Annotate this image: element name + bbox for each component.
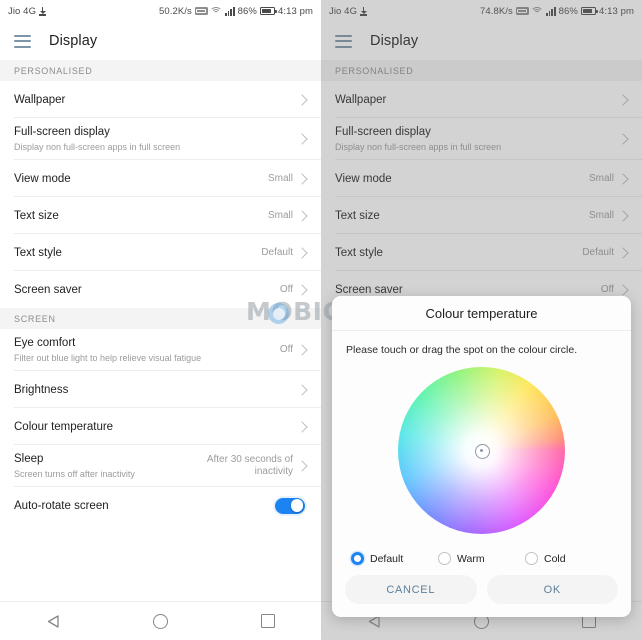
nav-back-triangle-icon[interactable] xyxy=(47,614,60,628)
nav-bar xyxy=(0,601,321,640)
list-item-main: View mode xyxy=(14,172,268,186)
cancel-button[interactable]: CANCEL xyxy=(345,575,477,604)
list-item-main: Eye comfort Filter out blue light to help… xyxy=(14,336,280,364)
radio-option-default[interactable]: Default xyxy=(351,552,438,565)
list-item-subtitle: Filter out blue light to help relieve vi… xyxy=(14,353,202,363)
dialog-title: Colour temperature xyxy=(332,296,631,331)
list-item-main: Sleep Screen turns off after inactivity xyxy=(14,452,188,480)
clock-label: 4:13 pm xyxy=(277,5,313,17)
carrier-label: Jio 4G xyxy=(8,5,37,17)
list-item[interactable]: Brightness xyxy=(0,371,321,408)
list-item-main: Text size xyxy=(14,209,268,223)
dialog-body: Please touch or drag the spot on the col… xyxy=(332,331,631,565)
list-item[interactable]: Full-screen display Display non full-scre… xyxy=(0,118,321,160)
section-header: PERSONALISED xyxy=(0,60,321,81)
chevron-right-icon xyxy=(296,283,308,296)
signal-bars-icon xyxy=(224,7,235,16)
list-item-main: Brightness xyxy=(14,383,298,397)
colour-preset-radio-group: Default Warm Cold xyxy=(346,552,617,565)
list-item-main: Colour temperature xyxy=(14,420,298,434)
list-item-subtitle: Screen turns off after inactivity xyxy=(14,469,135,479)
battery-icon xyxy=(259,7,277,15)
radio-option-label: Default xyxy=(370,552,404,565)
download-arrow-icon xyxy=(39,6,47,16)
list-item-title: Auto-rotate screen xyxy=(14,499,109,512)
colour-wheel-picker[interactable] xyxy=(398,367,565,534)
dialog-actions: CANCEL OK xyxy=(332,565,631,617)
section-header: SCREEN xyxy=(0,308,321,329)
colour-spot-selector[interactable] xyxy=(475,444,490,459)
app-bar: Display xyxy=(0,22,321,60)
chevron-right-icon xyxy=(296,460,308,472)
radio-option-warm[interactable]: Warm xyxy=(438,552,525,565)
chevron-right-icon xyxy=(296,420,308,433)
screenshot-root: Jio 4G 50.2K/s 86% 4:13 pm Display PERSO… xyxy=(0,0,642,640)
left-phone-screen: Jio 4G 50.2K/s 86% 4:13 pm Display PERSO… xyxy=(0,0,321,640)
list-item-value: After 30 seconds of inactivity xyxy=(206,454,293,477)
list-item-title: Screen saver xyxy=(14,283,82,296)
chevron-right-icon xyxy=(296,172,308,185)
list-item-value: Default xyxy=(261,246,293,258)
settings-list: PERSONALISED Wallpaper Full-screen display… xyxy=(0,60,321,524)
nav-recents-square-icon[interactable] xyxy=(260,614,275,628)
list-item-subtitle: Display non full-screen apps in full scr… xyxy=(14,142,181,152)
list-item-title: Brightness xyxy=(14,383,69,396)
chevron-right-icon xyxy=(296,344,308,356)
dialog-hint-text: Please touch or drag the spot on the col… xyxy=(346,344,578,356)
radio-option-label: Cold xyxy=(544,552,566,565)
battery-percent-label: 86% xyxy=(237,5,257,17)
page-title: Display xyxy=(49,33,98,49)
radio-button-icon xyxy=(351,552,364,565)
radio-button-icon xyxy=(438,552,451,565)
list-item[interactable]: View mode Small xyxy=(0,160,321,197)
hamburger-menu-icon[interactable] xyxy=(14,34,31,48)
ok-button[interactable]: OK xyxy=(486,575,618,604)
chevron-right-icon xyxy=(296,133,308,145)
list-item[interactable]: Colour temperature xyxy=(0,408,321,445)
list-item-title: Colour temperature xyxy=(14,420,114,433)
wifi-icon xyxy=(209,6,223,16)
list-item[interactable]: Text style Default xyxy=(0,234,321,271)
list-item[interactable]: Text size Small xyxy=(0,197,321,234)
list-item-value: Small xyxy=(267,172,293,184)
chevron-right-icon xyxy=(296,246,308,259)
list-item-main: Screen saver xyxy=(14,283,280,297)
hd-icon xyxy=(194,7,208,15)
status-bar-left: Jio 4G xyxy=(8,5,47,17)
radio-option-cold[interactable]: Cold xyxy=(525,552,612,565)
list-item[interactable]: Screen saver Off xyxy=(0,271,321,308)
right-phone-screen: Jio 4G 74.8K/s 86% 4:13 pm Display PERSO… xyxy=(321,0,642,640)
list-item-main: Wallpaper xyxy=(14,93,298,107)
list-item-main: Auto-rotate screen xyxy=(14,499,275,513)
status-bar: Jio 4G 50.2K/s 86% 4:13 pm xyxy=(0,0,321,22)
list-item-title: Sleep xyxy=(14,453,44,465)
list-item-value: Off xyxy=(279,283,293,295)
list-item-title: Text style xyxy=(14,246,62,259)
list-item[interactable]: Auto-rotate screen xyxy=(0,487,321,524)
colour-temperature-dialog: Colour temperature Please touch or drag … xyxy=(332,296,631,617)
auto-rotate-toggle[interactable] xyxy=(275,497,305,514)
list-item[interactable]: Wallpaper xyxy=(0,81,321,118)
list-item-title: Wallpaper xyxy=(14,93,66,106)
colour-wheel-container xyxy=(346,367,617,534)
list-item-value: Off xyxy=(279,344,293,355)
chevron-right-icon xyxy=(296,209,308,222)
list-item-main: Full-screen display Display non full-scre… xyxy=(14,125,298,153)
nav-home-circle-icon[interactable] xyxy=(152,613,168,629)
list-item-value: Small xyxy=(267,209,293,221)
network-speed-label: 50.2K/s xyxy=(158,5,192,17)
radio-option-label: Warm xyxy=(457,552,485,565)
list-item-title: Text size xyxy=(14,209,59,222)
list-item-title: Full-screen display xyxy=(14,126,110,138)
list-item-main: Text style xyxy=(14,246,261,260)
list-item-title: View mode xyxy=(14,172,71,185)
status-bar-right: 50.2K/s 86% 4:13 pm xyxy=(159,6,313,17)
list-item[interactable]: Sleep Screen turns off after inactivity Af… xyxy=(0,445,321,487)
chevron-right-icon xyxy=(296,93,308,106)
list-item-title: Eye comfort xyxy=(14,337,76,349)
list-item[interactable]: Eye comfort Filter out blue light to help… xyxy=(0,329,321,371)
chevron-right-icon xyxy=(296,383,308,396)
radio-button-icon xyxy=(525,552,538,565)
